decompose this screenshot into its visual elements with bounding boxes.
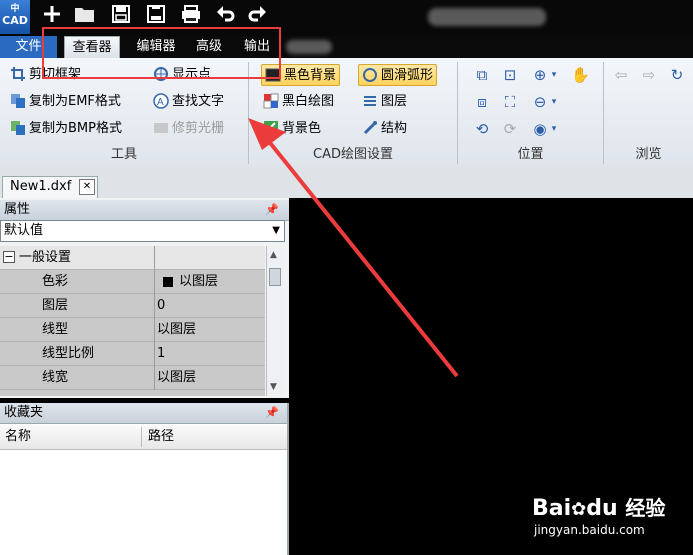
paw-icon: ✿ [571, 499, 587, 520]
watermark-brand-part1: Bai [532, 496, 572, 521]
annotation-arrow [248, 118, 459, 378]
watermark-url: jingyan.baidu.com [534, 523, 645, 537]
watermark-brand-part2: du [586, 496, 618, 521]
baidu-watermark: Bai✿du 经验 jingyan.baidu.com [532, 492, 682, 542]
watermark-brand: Bai✿du 经验 [532, 492, 665, 521]
watermark-suffix: 经验 [625, 496, 666, 520]
